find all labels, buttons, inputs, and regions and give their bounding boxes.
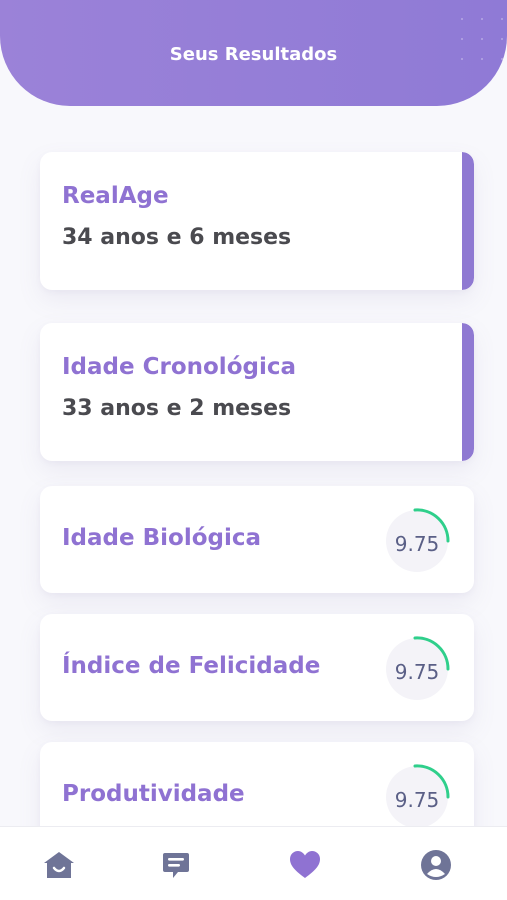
card-value: 33 anos e 2 meses: [62, 396, 292, 421]
user-icon: [421, 850, 451, 880]
score-value: 9.75: [394, 660, 440, 684]
biological-age-card[interactable]: Idade Biológica 9.75: [40, 486, 474, 593]
score-value: 9.75: [394, 532, 440, 556]
chronological-age-card[interactable]: Idade Cronológica 33 anos e 2 meses: [40, 323, 474, 461]
header: Seus Resultados: [0, 0, 507, 106]
card-title: RealAge: [62, 183, 169, 209]
nav-profile[interactable]: [418, 847, 454, 883]
card-title: Índice de Felicidade: [62, 653, 321, 679]
score-ring: 9.75: [382, 762, 452, 832]
realage-card[interactable]: RealAge 34 anos e 6 meses: [40, 152, 474, 290]
home-icon: [44, 852, 74, 878]
nav-home[interactable]: [41, 847, 77, 883]
score-ring: 9.75: [382, 634, 452, 704]
card-value: 34 anos e 6 meses: [62, 225, 292, 250]
score-ring: 9.75: [382, 506, 452, 576]
nav-messages[interactable]: [158, 847, 194, 883]
happiness-index-card[interactable]: Índice de Felicidade 9.75: [40, 614, 474, 721]
nav-favorites[interactable]: [287, 847, 323, 883]
heart-icon: [290, 851, 320, 878]
card-title: Produtividade: [62, 781, 245, 807]
page-title: Seus Resultados: [169, 44, 338, 65]
score-value: 9.75: [394, 788, 440, 812]
card-title: Idade Cronológica: [62, 354, 296, 380]
bottom-navigation: [0, 826, 507, 900]
chat-icon: [163, 853, 189, 878]
card-title: Idade Biológica: [62, 525, 262, 551]
